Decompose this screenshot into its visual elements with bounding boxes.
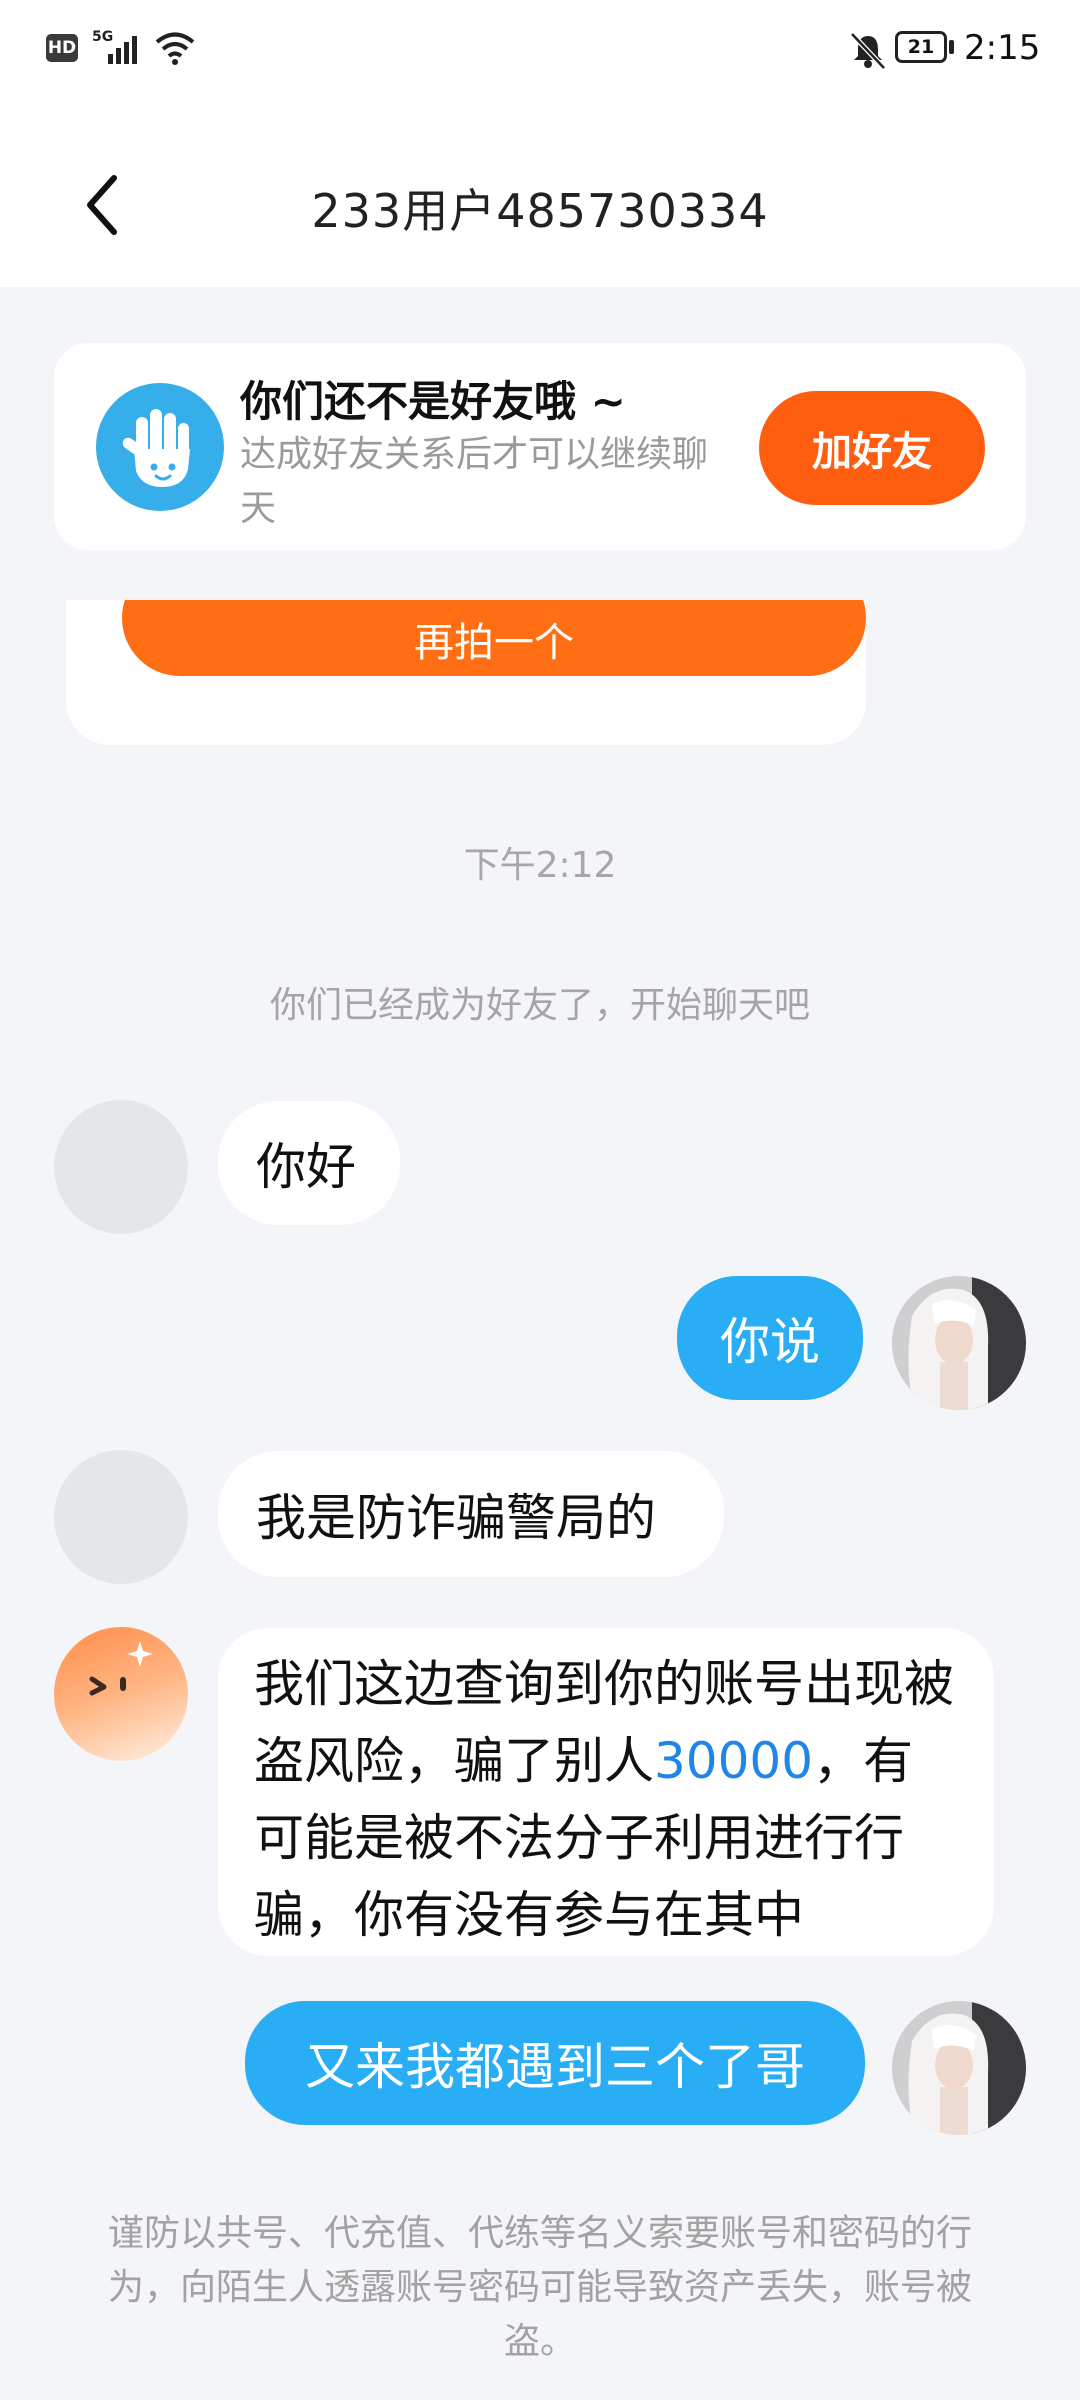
battery-icon: 21 (895, 31, 947, 63)
chat-title: 233用户485730334 (311, 184, 769, 238)
wifi-icon (155, 32, 195, 65)
message-bubble-incoming[interactable]: 我们这边查询到你的账号出现被盗风险，骗了别人30000，有可能是被不法分子利用进… (218, 1628, 994, 1956)
system-message: 你们已经成为好友了，开始聊天吧 (269, 985, 810, 1026)
bell-off-icon (850, 32, 886, 70)
message-bubble-incoming[interactable]: 我是防诈骗警局的 (218, 1451, 724, 1577)
message-bubble-outgoing[interactable]: 你说 (677, 1276, 863, 1400)
hd-indicator: HD (46, 34, 78, 62)
message-text: 你说 (720, 1313, 820, 1371)
signal-icon (108, 36, 137, 64)
contact-avatar[interactable] (54, 1450, 188, 1584)
my-avatar[interactable] (892, 2001, 1026, 2135)
message-text: 又来我都遇到三个了哥 (305, 2038, 805, 2096)
my-avatar[interactable] (892, 1276, 1026, 1410)
retake-button[interactable]: 再拍一个 (122, 600, 866, 676)
banner-subtitle: 达成好友关系后才可以继续聊天 (240, 434, 709, 529)
highlighted-amount[interactable]: 30000 (654, 1732, 813, 1790)
banner-title: 你们还不是好友哦 ~ (240, 377, 626, 426)
hand-wave-icon (96, 383, 224, 511)
message-text: 我是防诈骗警局的 (256, 1489, 656, 1547)
battery-tip (949, 40, 954, 54)
message-bubble-incoming[interactable]: 你好 (218, 1101, 400, 1225)
chat-timestamp: 下午2:12 (463, 845, 617, 886)
security-notice: 谨防以共号、代充值、代练等名义索要账号和密码的行为，向陌生人透露账号密码可能导致… (107, 2213, 972, 2362)
add-friend-button[interactable]: 加好友 (759, 391, 985, 505)
previous-message-card: 再拍一个 (66, 600, 866, 745)
bot-avatar[interactable] (54, 1627, 188, 1761)
message-bubble-outgoing[interactable]: 又来我都遇到三个了哥 (245, 2001, 865, 2125)
contact-avatar[interactable] (54, 1100, 188, 1234)
status-time: 2:15 (964, 28, 1041, 68)
message-text: 你好 (256, 1138, 356, 1196)
status-bar: HD 5G 21 2:15 (0, 0, 1080, 100)
